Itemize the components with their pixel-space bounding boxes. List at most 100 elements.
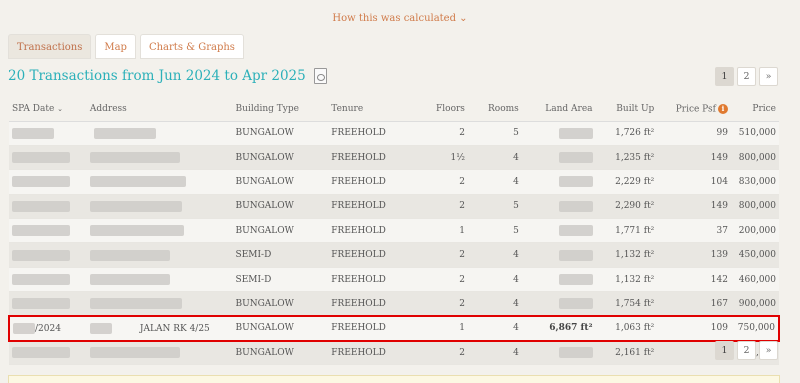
building-type-cell: SEMI-D <box>232 267 329 293</box>
land-area-cell <box>521 218 596 244</box>
table-row[interactable]: BUNGALOW FREEHOLD 1 5 1,771 ft² 37 200,0… <box>9 218 779 244</box>
spa-date-cell <box>9 291 87 317</box>
rooms-cell: 4 <box>467 242 522 268</box>
building-type-cell: BUNGALOW <box>232 194 329 220</box>
price-cell: 200,000 <box>730 218 779 244</box>
price-psf-cell: 104 <box>657 169 731 195</box>
table-row[interactable]: SEMI-D FREEHOLD 2 4 1,132 ft² 142 460,00… <box>9 267 779 293</box>
tenure-cell: FREEHOLD <box>328 145 401 171</box>
next-page-button[interactable]: » <box>759 341 778 360</box>
price-psf-cell: 149 <box>657 194 731 220</box>
tenure-cell: FREEHOLD <box>328 267 401 293</box>
building-type-cell: BUNGALOW <box>232 218 329 244</box>
address-cell <box>86 291 233 317</box>
spa-date-cell <box>9 340 87 366</box>
page-1-button[interactable]: 1 <box>715 67 734 86</box>
rooms-cell: 5 <box>467 218 522 244</box>
col-built-up[interactable]: Built Up <box>595 97 658 122</box>
price-psf-cell: 109 <box>657 315 731 342</box>
price-cell: 800,000 <box>730 194 779 220</box>
price-psf-cell: 167 <box>657 291 731 317</box>
table-row[interactable]: BUNGALOW FREEHOLD 2 5 1,726 ft² 99 510,0… <box>9 121 779 146</box>
col-rooms[interactable]: Rooms <box>467 97 522 122</box>
rooms-cell: 4 <box>467 267 522 293</box>
land-area-cell <box>521 169 596 195</box>
building-type-cell: BUNGALOW <box>232 169 329 195</box>
tab-map[interactable]: Map <box>95 34 136 59</box>
info-icon[interactable]: i <box>717 103 728 114</box>
tenure-cell: FREEHOLD <box>328 242 401 268</box>
col-land-area[interactable]: Land Area <box>521 97 596 122</box>
tenure-cell: FREEHOLD <box>328 291 401 317</box>
col-price-psf[interactable]: Price Psf i <box>657 97 731 122</box>
pagination-bottom: 1 2 » <box>715 341 778 360</box>
address-cell <box>86 218 233 244</box>
col-tenure[interactable]: Tenure <box>328 97 401 122</box>
built-up-cell: 1,132 ft² <box>595 242 658 268</box>
spa-date-cell <box>9 267 87 293</box>
building-type-cell: BUNGALOW <box>232 291 329 317</box>
rooms-cell: 5 <box>467 121 522 146</box>
land-area-cell <box>521 291 596 317</box>
page-1-button[interactable]: 1 <box>715 341 734 360</box>
table-row[interactable]: BUNGALOW FREEHOLD 1½ 4 1,235 ft² 149 800… <box>9 145 779 171</box>
floors-cell: 2 <box>400 340 468 366</box>
building-type-cell: SEMI-D <box>232 242 329 268</box>
results-heading: 20 Transactions from Jun 2024 to Apr 202… <box>8 68 327 84</box>
floors-cell: 1 <box>400 315 468 342</box>
tenure-cell: FREEHOLD <box>328 340 401 366</box>
transactions-table: SPA Date ⌄ Address Building Type Tenure … <box>8 97 781 366</box>
table-row[interactable]: BUNGALOW FREEHOLD 2 4 2,161 ft² 94 800,0… <box>9 340 779 366</box>
how-calculated-link[interactable]: How this was calculated ⌄ <box>0 13 800 24</box>
price-psf-cell: 142 <box>657 267 731 293</box>
next-page-button[interactable]: » <box>759 67 778 86</box>
col-floors[interactable]: Floors <box>400 97 468 122</box>
floors-cell: 1½ <box>400 145 468 171</box>
price-cell: 460,000 <box>730 267 779 293</box>
land-area-cell <box>521 194 596 220</box>
tab-transactions[interactable]: Transactions <box>8 34 92 59</box>
table-header-row: SPA Date ⌄ Address Building Type Tenure … <box>9 97 779 122</box>
page-2-button[interactable]: 2 <box>737 67 756 86</box>
table-row[interactable]: BUNGALOW FREEHOLD 2 5 2,290 ft² 149 800,… <box>9 194 779 220</box>
tab-charts-graphs[interactable]: Charts & Graphs <box>139 34 244 59</box>
floors-cell: 2 <box>400 194 468 220</box>
col-address[interactable]: Address <box>86 97 233 122</box>
address-cell <box>86 267 233 293</box>
floors-cell: 1 <box>400 218 468 244</box>
built-up-cell: 1,132 ft² <box>595 267 658 293</box>
built-up-cell: 1,063 ft² <box>595 315 658 342</box>
built-up-cell: 1,771 ft² <box>595 218 658 244</box>
tab-bar: Transactions Map Charts & Graphs <box>8 34 244 59</box>
rooms-cell: 4 <box>467 315 522 342</box>
rooms-cell: 5 <box>467 194 522 220</box>
address-cell <box>86 194 233 220</box>
highlighted-table-row[interactable]: /2024 JALAN RK 4/25 BUNGALOW FREEHOLD 1 … <box>8 315 781 342</box>
price-psf-cell: 139 <box>657 242 731 268</box>
building-type-cell: BUNGALOW <box>232 340 329 366</box>
spa-date-cell <box>9 242 87 268</box>
pdf-icon[interactable] <box>313 68 327 84</box>
col-building-type[interactable]: Building Type <box>232 97 329 122</box>
col-spa-date[interactable]: SPA Date ⌄ <box>9 97 87 122</box>
address-cell <box>86 340 233 366</box>
price-psf-cell: 37 <box>657 218 731 244</box>
table-row[interactable]: BUNGALOW FREEHOLD 2 4 1,754 ft² 167 900,… <box>9 291 779 317</box>
spa-date-cell <box>9 169 87 195</box>
spa-date-cell: /2024 <box>8 315 87 342</box>
rooms-cell: 4 <box>467 145 522 171</box>
built-up-cell: 1,726 ft² <box>595 121 658 146</box>
floors-cell: 2 <box>400 242 468 268</box>
price-cell: 830,000 <box>730 169 779 195</box>
page-2-button[interactable]: 2 <box>737 341 756 360</box>
land-area-cell <box>521 145 596 171</box>
building-type-cell: BUNGALOW <box>232 121 329 146</box>
col-price[interactable]: Price <box>730 97 779 122</box>
price-cell: 800,000 <box>730 145 779 171</box>
table-row[interactable]: BUNGALOW FREEHOLD 2 4 2,229 ft² 104 830,… <box>9 169 779 195</box>
spa-date-cell <box>9 145 87 171</box>
building-type-cell: BUNGALOW <box>232 145 329 171</box>
table-row[interactable]: SEMI-D FREEHOLD 2 4 1,132 ft² 139 450,00… <box>9 242 779 268</box>
built-up-cell: 2,161 ft² <box>595 340 658 366</box>
land-area-cell: 6,867 ft² <box>521 315 596 342</box>
